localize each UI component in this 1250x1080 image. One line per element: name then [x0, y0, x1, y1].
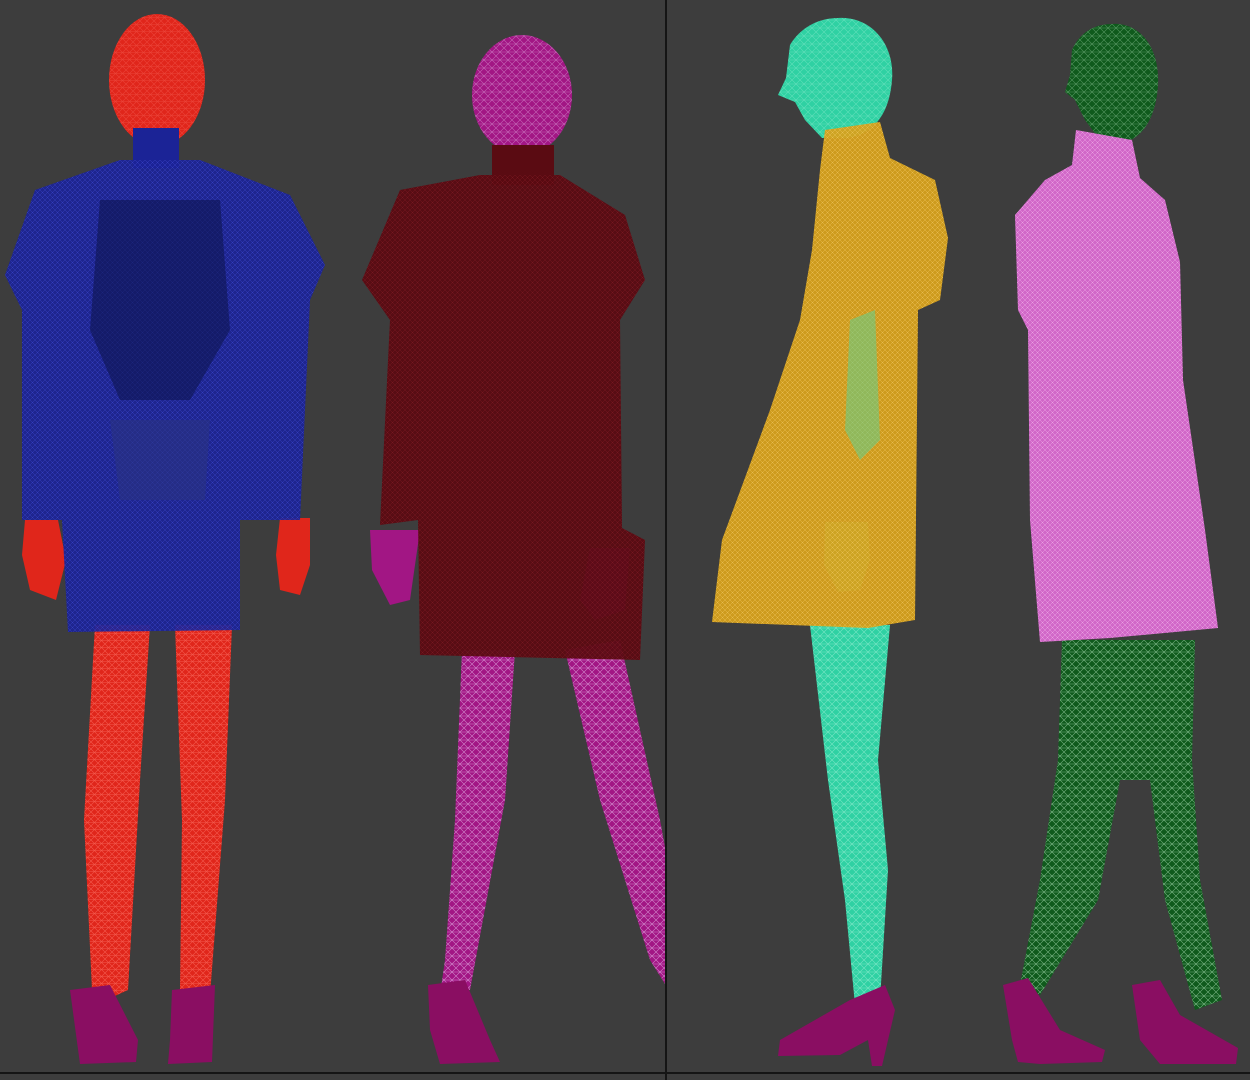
viewport-left[interactable]: [0, 0, 665, 1080]
modeling-workspace: [0, 0, 1250, 1080]
viewport-divider-horizontal: [0, 1072, 1250, 1074]
figure-1-model[interactable]: [5, 14, 325, 1064]
figure-3-shoes: [778, 985, 895, 1066]
viewport-divider-vertical[interactable]: [665, 0, 667, 1080]
figure-1-shoes: [70, 985, 215, 1064]
figure-3-garment: [712, 122, 948, 628]
figure-3-model[interactable]: [712, 17, 948, 1066]
viewport-right-canvas: [712, 17, 1238, 1066]
figure-2-model[interactable]: [362, 35, 665, 1064]
figure-4-garment: [1015, 130, 1218, 642]
viewport-right[interactable]: [666, 0, 1250, 1080]
viewport-left-canvas: [5, 14, 665, 1064]
figure-4-model[interactable]: [1003, 23, 1238, 1064]
figure-2-shoes: [428, 980, 500, 1064]
